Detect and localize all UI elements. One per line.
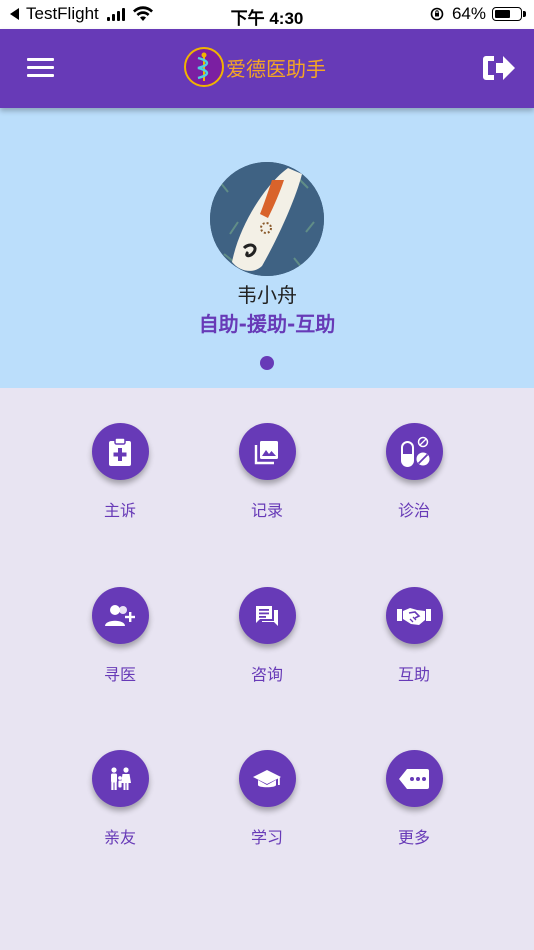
battery-level [495, 10, 510, 18]
menu-item-label: 寻医 [103, 665, 136, 684]
menu-item-family[interactable]: 亲友 [60, 750, 180, 848]
family-icon [91, 750, 149, 807]
menu-item-records[interactable]: 记录 [207, 423, 327, 521]
brand: 爱德医助手 [184, 47, 326, 87]
pills-icon [385, 423, 443, 480]
profile-header: 韦小舟 自助-援助-互助 [0, 108, 534, 388]
status-right: 64% [430, 4, 526, 24]
orientation-lock-icon [430, 7, 444, 21]
more-tag-icon [385, 750, 443, 807]
menu-item-learn[interactable]: 学习 [207, 750, 327, 848]
handshake-icon [385, 587, 443, 644]
menu-item-label: 学习 [250, 828, 283, 847]
battery-percent: 64% [451, 4, 486, 23]
status-bar: TestFlight 下午 4:30 64% [0, 0, 534, 29]
user-avatar[interactable] [210, 162, 324, 276]
graduation-cap-icon [238, 750, 296, 807]
user-name: 韦小舟 [237, 283, 297, 307]
app-title: 爱德医助手 [226, 56, 326, 81]
menu-item-more[interactable]: 更多 [354, 750, 474, 848]
menu-item-label: 主诉 [103, 501, 136, 520]
clipboard-plus-icon [91, 423, 149, 480]
menu-item-complaint[interactable]: 主诉 [60, 423, 180, 521]
menu-item-treatment[interactable]: 诊治 [354, 423, 474, 521]
menu-item-label: 诊治 [397, 501, 430, 520]
app-bar: 爱德医助手 [0, 29, 534, 108]
user-motto: 自助-援助-互助 [198, 312, 336, 336]
app-logo-icon [184, 47, 224, 87]
menu-item-label: 咨询 [250, 665, 283, 684]
feature-grid: 主诉 记录 诊治 寻医 咨询 互助 亲友 学习 更多 [0, 388, 534, 950]
menu-item-consult[interactable]: 咨询 [207, 587, 327, 685]
logout-icon[interactable] [482, 53, 516, 83]
menu-item-label: 互助 [397, 665, 430, 684]
battery-icon [492, 7, 526, 21]
menu-item-label: 更多 [397, 828, 430, 847]
page-indicator-dot[interactable] [260, 356, 274, 370]
hamburger-menu-icon[interactable] [27, 58, 54, 78]
menu-item-label: 记录 [250, 501, 283, 520]
person-add-icon [91, 587, 149, 644]
menu-item-find-doctor[interactable]: 寻医 [60, 587, 180, 685]
menu-item-mutual-aid[interactable]: 互助 [354, 587, 474, 685]
menu-item-label: 亲友 [103, 828, 136, 847]
chat-icon [238, 587, 296, 644]
photo-library-icon [238, 423, 296, 480]
